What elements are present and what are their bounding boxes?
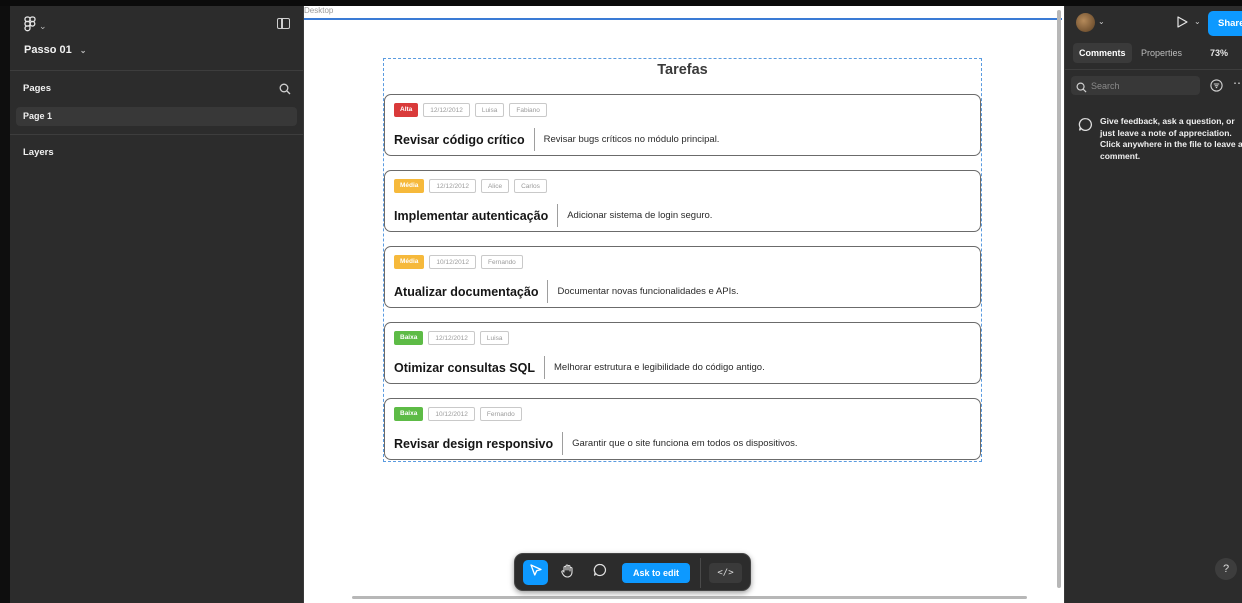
cursor-icon bbox=[529, 563, 543, 582]
sidebar-toggle-icon[interactable] bbox=[277, 18, 290, 29]
divider bbox=[700, 558, 701, 588]
left-sidebar: ⌄ Passo 01 ⌄ Pages Page 1 Layers bbox=[10, 6, 304, 603]
ask-to-edit-button[interactable]: Ask to edit bbox=[622, 563, 690, 583]
task-description: Revisar bugs críticos no módulo principa… bbox=[543, 134, 720, 145]
pages-heading: Pages bbox=[23, 83, 51, 94]
task-description: Documentar novas funcionalidades e APIs. bbox=[557, 286, 739, 297]
divider bbox=[544, 356, 546, 379]
project-name: Passo 01 bbox=[24, 44, 72, 56]
right-panel: ⌄ ⌄ Share Comments Properties 73% ⋯ Give… bbox=[1064, 6, 1242, 603]
search-icon[interactable] bbox=[279, 82, 291, 95]
zoom-level[interactable]: 73% bbox=[1210, 43, 1228, 63]
task-card[interactable]: Baixa 12/12/2012 Luisa Otimizar consulta… bbox=[384, 322, 981, 384]
tab-properties[interactable]: Properties bbox=[1135, 43, 1188, 63]
project-name-button[interactable]: Passo 01 ⌄ bbox=[24, 44, 86, 56]
search-input[interactable] bbox=[1091, 78, 1191, 93]
search-icon bbox=[1076, 80, 1087, 93]
priority-badge: Baixa bbox=[394, 407, 424, 421]
page-item-page-1[interactable]: Page 1 bbox=[16, 107, 297, 126]
divider bbox=[10, 70, 303, 71]
divider bbox=[562, 432, 564, 455]
task-description: Melhorar estrutura e legibilidade do cód… bbox=[554, 362, 765, 373]
tab-comments[interactable]: Comments bbox=[1073, 43, 1132, 63]
layers-heading: Layers bbox=[23, 147, 54, 158]
task-card[interactable]: Baixa 10/12/2012 Fernando Revisar design… bbox=[384, 398, 981, 460]
avatar[interactable] bbox=[1076, 13, 1095, 32]
help-button[interactable]: ? bbox=[1215, 558, 1237, 580]
task-title: Implementar autenticação bbox=[394, 208, 549, 223]
task-title: Revisar código crítico bbox=[394, 132, 525, 147]
vertical-scrollbar[interactable] bbox=[1057, 10, 1061, 588]
bottom-toolbar: Ask to edit </> bbox=[514, 553, 751, 591]
assignee-tag: Fernando bbox=[480, 255, 523, 269]
assignee-tag: Alice bbox=[480, 179, 510, 193]
priority-badge: Média bbox=[394, 179, 425, 193]
task-board[interactable]: Tarefas Alta 12/12/2012 Luisa Fabiano Re… bbox=[383, 58, 982, 462]
comment-tool-button[interactable] bbox=[587, 560, 612, 585]
frame-selection-line bbox=[304, 18, 1062, 20]
assignee-tag: Carlos bbox=[514, 179, 547, 193]
canvas[interactable]: Desktop Tarefas Alta 12/12/2012 Luisa Fa… bbox=[304, 6, 1064, 603]
task-description: Garantir que o site funciona em todos os… bbox=[572, 438, 798, 449]
figma-logo-icon bbox=[24, 16, 36, 36]
horizontal-scrollbar[interactable] bbox=[352, 596, 1027, 599]
divider bbox=[557, 204, 559, 227]
task-title: Atualizar documentação bbox=[394, 284, 539, 299]
date-tag: 12/12/2012 bbox=[428, 331, 475, 345]
date-tag: 12/12/2012 bbox=[423, 103, 470, 117]
assignee-tag: Fabiano bbox=[509, 103, 547, 117]
hand-icon bbox=[560, 563, 575, 583]
assignee-tag: Fernando bbox=[479, 407, 522, 421]
date-tag: 12/12/2012 bbox=[429, 179, 476, 193]
task-title: Revisar design responsivo bbox=[394, 436, 554, 451]
date-tag: 10/12/2012 bbox=[428, 407, 475, 421]
chevron-down-icon: ⌄ bbox=[39, 20, 47, 31]
chevron-down-icon[interactable]: ⌄ bbox=[1098, 17, 1105, 26]
date-tag: 10/12/2012 bbox=[429, 255, 476, 269]
task-description: Adicionar sistema de login seguro. bbox=[567, 210, 713, 221]
task-card[interactable]: Alta 12/12/2012 Luisa Fabiano Revisar có… bbox=[384, 94, 981, 156]
task-card[interactable]: Média 10/12/2012 Fernando Atualizar docu… bbox=[384, 246, 981, 308]
divider bbox=[547, 280, 549, 303]
chevron-down-icon: ⌄ bbox=[79, 45, 87, 55]
divider bbox=[1065, 69, 1242, 70]
present-icon[interactable] bbox=[1175, 15, 1189, 29]
assignee-tag: Luisa bbox=[474, 103, 505, 117]
hand-tool-button[interactable] bbox=[555, 560, 580, 585]
task-card[interactable]: Média 12/12/2012 Alice Carlos Implementa… bbox=[384, 170, 981, 232]
divider bbox=[533, 128, 535, 151]
move-tool-button[interactable] bbox=[523, 560, 548, 585]
comment-icon bbox=[593, 563, 607, 582]
comment-hint: Give feedback, ask a question, or just l… bbox=[1100, 116, 1242, 161]
comment-search[interactable] bbox=[1071, 76, 1200, 95]
assignee-tag: Luisa bbox=[479, 331, 510, 345]
more-icon[interactable]: ⋯ bbox=[1233, 76, 1242, 90]
frame-label[interactable]: Desktop bbox=[304, 6, 333, 15]
share-button[interactable]: Share bbox=[1208, 11, 1242, 36]
filter-icon[interactable] bbox=[1210, 79, 1223, 92]
divider bbox=[10, 134, 303, 135]
dev-mode-button[interactable]: </> bbox=[709, 563, 742, 583]
task-title: Otimizar consultas SQL bbox=[394, 360, 536, 375]
board-title: Tarefas bbox=[657, 62, 708, 78]
priority-badge: Baixa bbox=[394, 331, 424, 345]
chevron-down-icon[interactable]: ⌄ bbox=[1194, 17, 1201, 26]
priority-badge: Alta bbox=[394, 103, 419, 117]
comment-icon bbox=[1078, 117, 1093, 132]
main-menu-button[interactable]: ⌄ bbox=[24, 16, 47, 36]
priority-badge: Média bbox=[394, 255, 425, 269]
